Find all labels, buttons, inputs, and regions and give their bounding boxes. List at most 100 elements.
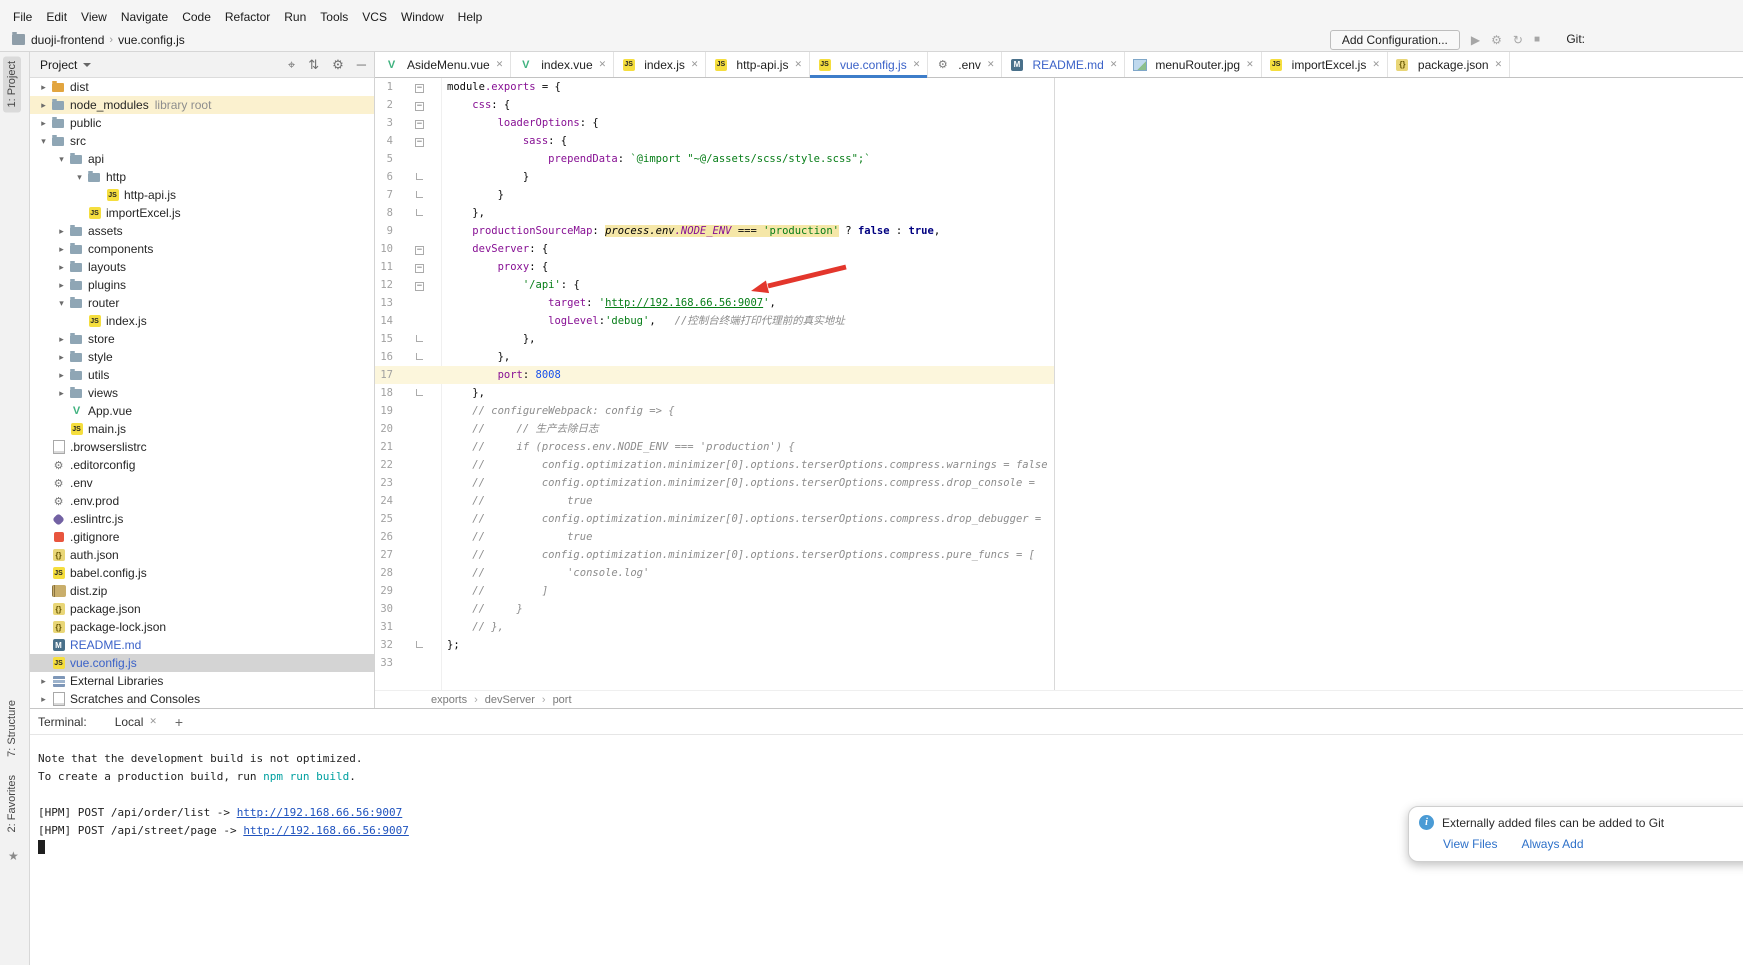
settings-gear-icon[interactable]: ⚙: [332, 58, 344, 71]
code-line-22[interactable]: 22 // config.optimization.minimizer[0].o…: [375, 456, 1743, 474]
code-line-8[interactable]: 8 },: [375, 204, 1743, 222]
fold-marker-icon[interactable]: −: [393, 78, 427, 96]
tree-item-browserslistrc[interactable]: .browserslistrc: [30, 438, 374, 456]
fold-marker-icon[interactable]: −: [393, 114, 427, 132]
chevron-open-icon[interactable]: ▾: [36, 136, 51, 147]
menu-item-refactor[interactable]: Refactor: [218, 10, 277, 24]
chevron-closed-icon[interactable]: ▸: [54, 334, 69, 345]
tab-index-js[interactable]: index.js✕: [614, 52, 706, 77]
terminal-tab-local[interactable]: Local ✕: [115, 715, 157, 729]
add-configuration-button[interactable]: Add Configuration...: [1330, 30, 1460, 50]
code-line-5[interactable]: 5 prependData: `@import "~@/assets/scss/…: [375, 150, 1743, 168]
tree-item-public[interactable]: ▸public: [30, 114, 374, 132]
terminal-link[interactable]: http://192.168.66.56:9007: [237, 806, 403, 819]
tree-item-vue-config-js[interactable]: vue.config.js: [30, 654, 374, 672]
fold-marker-icon[interactable]: −: [393, 96, 427, 114]
fold-marker-icon[interactable]: [393, 168, 427, 186]
fold-collapse-icon[interactable]: −: [415, 120, 424, 129]
sync-icon[interactable]: ↻: [1513, 34, 1523, 46]
tree-item-gitignore[interactable]: .gitignore: [30, 528, 374, 546]
tree-item-node-modules[interactable]: ▸node_moduleslibrary root: [30, 96, 374, 114]
chevron-closed-icon[interactable]: ▸: [36, 676, 51, 687]
code-line-1[interactable]: 1−module.exports = {: [375, 78, 1743, 96]
code-line-12[interactable]: 12− '/api': {: [375, 276, 1743, 294]
tree-item-dist-zip[interactable]: dist.zip: [30, 582, 374, 600]
code-line-33[interactable]: 33: [375, 654, 1743, 672]
tree-item-utils[interactable]: ▸utils: [30, 366, 374, 384]
code-line-30[interactable]: 30 // }: [375, 600, 1743, 618]
code-line-3[interactable]: 3− loaderOptions: {: [375, 114, 1743, 132]
tree-item-scratches-and-consoles[interactable]: ▸Scratches and Consoles: [30, 690, 374, 708]
code-line-19[interactable]: 19 // configureWebpack: config => {: [375, 402, 1743, 420]
tab-package-json[interactable]: package.json✕: [1388, 52, 1510, 77]
code-line-17[interactable]: 17 port: 8008: [375, 366, 1743, 384]
fold-marker-icon[interactable]: [393, 636, 427, 654]
tool-stripe-structure[interactable]: 7: Structure: [3, 695, 21, 762]
menu-item-code[interactable]: Code: [175, 10, 218, 24]
breadcrumb-item-devserver[interactable]: devServer: [485, 694, 535, 706]
tree-item-eslintrc-js[interactable]: .eslintrc.js: [30, 510, 374, 528]
code-line-26[interactable]: 26 // true: [375, 528, 1743, 546]
tree-item-babel-config-js[interactable]: babel.config.js: [30, 564, 374, 582]
debug-icon[interactable]: ⚙: [1491, 34, 1502, 46]
tree-item-package-lock-json[interactable]: package-lock.json: [30, 618, 374, 636]
chevron-closed-icon[interactable]: ▸: [54, 388, 69, 399]
chevron-closed-icon[interactable]: ▸: [54, 370, 69, 381]
tree-item-dist[interactable]: ▸dist: [30, 78, 374, 96]
chevron-open-icon[interactable]: ▾: [54, 298, 69, 309]
tree-item-router[interactable]: ▾router: [30, 294, 374, 312]
chevron-closed-icon[interactable]: ▸: [54, 226, 69, 237]
menu-item-window[interactable]: Window: [394, 10, 451, 24]
tree-item-style[interactable]: ▸style: [30, 348, 374, 366]
code-editor[interactable]: 1−module.exports = {2− css: {3− loaderOp…: [375, 78, 1743, 690]
close-icon[interactable]: ✕: [1372, 59, 1380, 70]
menu-item-view[interactable]: View: [74, 10, 114, 24]
tree-item-index-js[interactable]: index.js: [30, 312, 374, 330]
always-add-link[interactable]: Always Add: [1521, 837, 1583, 851]
fold-collapse-icon[interactable]: −: [415, 282, 424, 291]
tree-item-src[interactable]: ▾src: [30, 132, 374, 150]
menu-item-edit[interactable]: Edit: [39, 10, 74, 24]
menu-item-help[interactable]: Help: [451, 10, 490, 24]
fold-collapse-icon[interactable]: −: [415, 102, 424, 111]
code-line-24[interactable]: 24 // true: [375, 492, 1743, 510]
hide-panel-icon[interactable]: ─: [357, 58, 366, 71]
code-line-13[interactable]: 13 target: 'http://192.168.66.56:9007',: [375, 294, 1743, 312]
project-panel-title[interactable]: Project: [40, 58, 77, 72]
code-line-2[interactable]: 2− css: {: [375, 96, 1743, 114]
collapse-all-icon[interactable]: ⇅: [308, 58, 319, 71]
stop-icon[interactable]: ■: [1534, 35, 1540, 45]
fold-marker-icon[interactable]: −: [393, 276, 427, 294]
menu-item-run[interactable]: Run: [277, 10, 313, 24]
close-icon[interactable]: ✕: [913, 59, 921, 70]
chevron-closed-icon[interactable]: ▸: [54, 262, 69, 273]
close-icon[interactable]: ✕: [794, 59, 802, 70]
code-line-28[interactable]: 28 // 'console.log': [375, 564, 1743, 582]
fold-marker-icon[interactable]: −: [393, 240, 427, 258]
view-files-link[interactable]: View Files: [1443, 837, 1497, 851]
tree-item-editorconfig[interactable]: .editorconfig: [30, 456, 374, 474]
code-line-14[interactable]: 14 logLevel:'debug', //控制台终端打印代理前的真实地址: [375, 312, 1743, 330]
fold-marker-icon[interactable]: [393, 186, 427, 204]
fold-marker-icon[interactable]: [393, 204, 427, 222]
code-line-10[interactable]: 10− devServer: {: [375, 240, 1743, 258]
url-hyperlink[interactable]: http://192.168.66.56:9007: [605, 297, 763, 309]
close-icon[interactable]: ✕: [1495, 59, 1503, 70]
tree-item-package-json[interactable]: package.json: [30, 600, 374, 618]
code-line-20[interactable]: 20 // // 生产去除日志: [375, 420, 1743, 438]
git-branch-widget[interactable]: Git:: [1566, 32, 1585, 46]
tree-item-importexcel-js[interactable]: importExcel.js: [30, 204, 374, 222]
breadcrumb-item-exports[interactable]: exports: [431, 694, 467, 706]
fold-marker-icon[interactable]: [393, 348, 427, 366]
code-line-7[interactable]: 7 }: [375, 186, 1743, 204]
close-icon[interactable]: ✕: [691, 59, 699, 70]
fold-marker-icon[interactable]: −: [393, 258, 427, 276]
chevron-closed-icon[interactable]: ▸: [36, 82, 51, 93]
chevron-closed-icon[interactable]: ▸: [54, 352, 69, 363]
fold-marker-icon[interactable]: [393, 384, 427, 402]
code-line-6[interactable]: 6 }: [375, 168, 1743, 186]
breadcrumb-item-port[interactable]: port: [553, 694, 572, 706]
tree-item-app-vue[interactable]: App.vue: [30, 402, 374, 420]
terminal-link[interactable]: http://192.168.66.56:9007: [243, 824, 409, 837]
tab-vue-config-js[interactable]: vue.config.js✕: [810, 52, 928, 77]
